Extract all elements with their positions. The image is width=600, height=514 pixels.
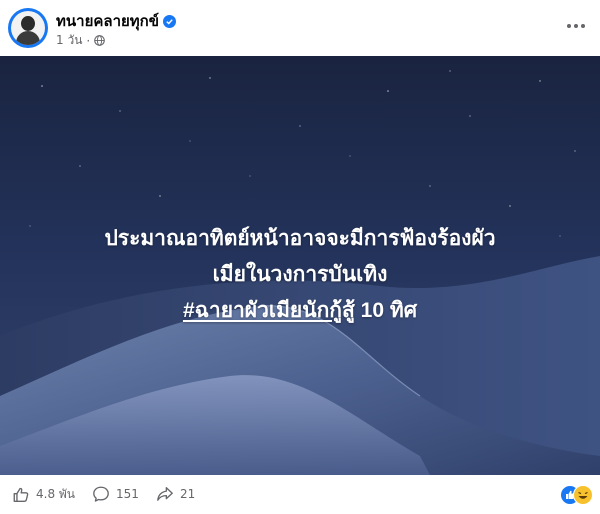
share-button[interactable]: 21 xyxy=(156,485,195,503)
post-card: ทนายคลายทุกข์ 1 วัน · ประมาณอาทิตย์หน้าอ… xyxy=(0,0,600,514)
comment-icon xyxy=(93,486,109,502)
hashtag-link[interactable]: #ฉายาผัวเมียนักกู้ xyxy=(183,299,342,322)
verified-badge-icon xyxy=(163,14,177,28)
author-avatar[interactable] xyxy=(8,8,48,48)
author-name[interactable]: ทนายคลายทุกข์ xyxy=(56,9,159,33)
reaction-summary[interactable] xyxy=(560,485,593,505)
thumbs-up-icon xyxy=(13,487,29,502)
overlay-line-3: #ฉายาผัวเมียนักกู้สู้ 10 ทิศ xyxy=(20,293,580,329)
haha-reaction-icon xyxy=(573,485,593,505)
avatar-photo xyxy=(11,11,45,45)
like-button[interactable]: 4.8 พัน xyxy=(12,485,75,504)
post-footer: 4.8 พัน 151 21 xyxy=(0,475,600,514)
comment-count: 151 xyxy=(116,487,139,501)
post-overlay-text: ประมาณอาทิตย์หน้าอาจจะมีการฟ้องร้องผัว เ… xyxy=(20,221,580,329)
comment-button[interactable]: 151 xyxy=(92,485,139,503)
share-count: 21 xyxy=(180,487,196,501)
share-icon xyxy=(157,487,173,501)
globe-icon[interactable] xyxy=(94,35,106,46)
post-time[interactable]: 1 วัน xyxy=(56,31,82,50)
hashtag-suffix: สู้ 10 ทิศ xyxy=(342,299,418,322)
post-header: ทนายคลายทุกข์ 1 วัน · xyxy=(0,0,600,56)
overlay-line-1: ประมาณอาทิตย์หน้าอาจจะมีการฟ้องร้องผัว xyxy=(104,227,496,250)
author-row: ทนายคลายทุกข์ xyxy=(56,9,177,33)
overlay-line-2: เมียในวงการบันเทิง xyxy=(212,263,388,286)
post-image[interactable]: ประมาณอาทิตย์หน้าอาจจะมีการฟ้องร้องผัว เ… xyxy=(0,56,600,475)
like-count: 4.8 พัน xyxy=(36,487,76,501)
more-options-icon[interactable] xyxy=(561,15,591,37)
post-meta: 1 วัน · xyxy=(56,31,106,50)
